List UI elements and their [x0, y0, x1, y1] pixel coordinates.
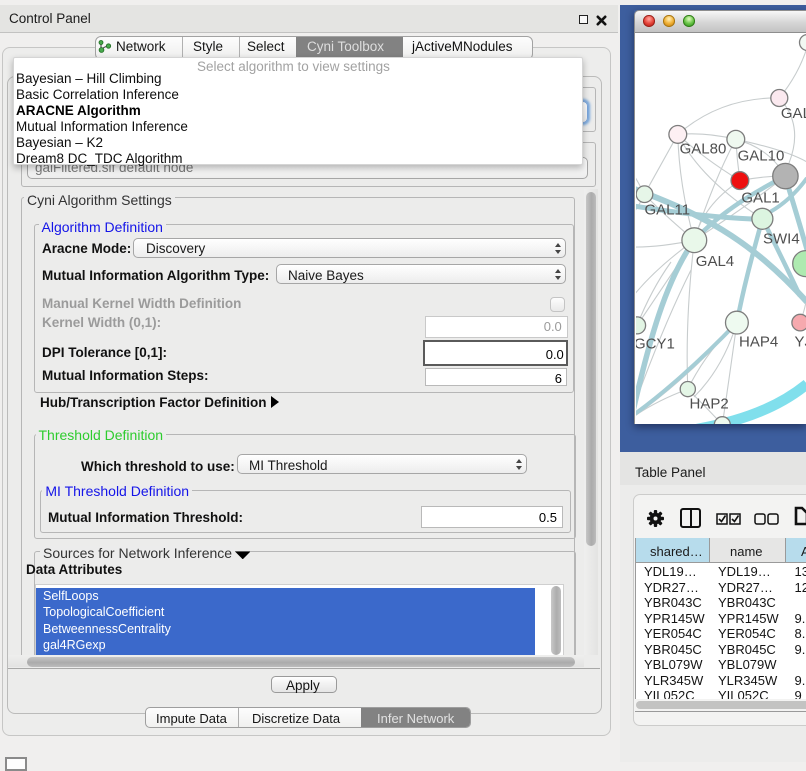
svg-text:YJ: YJ: [795, 334, 806, 351]
svg-text:GAL1: GAL1: [741, 190, 779, 207]
svg-text:HAP2: HAP2: [690, 395, 729, 412]
svg-text:SWI4: SWI4: [763, 231, 800, 248]
svg-text:GAL3: GAL3: [781, 105, 806, 122]
svg-text:HAP4: HAP4: [739, 334, 778, 351]
svg-text:GAL11: GAL11: [645, 202, 691, 219]
svg-text:GAL10: GAL10: [738, 148, 785, 165]
svg-text:GAL80: GAL80: [680, 140, 727, 157]
svg-text:GAL4: GAL4: [696, 253, 734, 270]
svg-text:GCY1: GCY1: [636, 335, 675, 352]
